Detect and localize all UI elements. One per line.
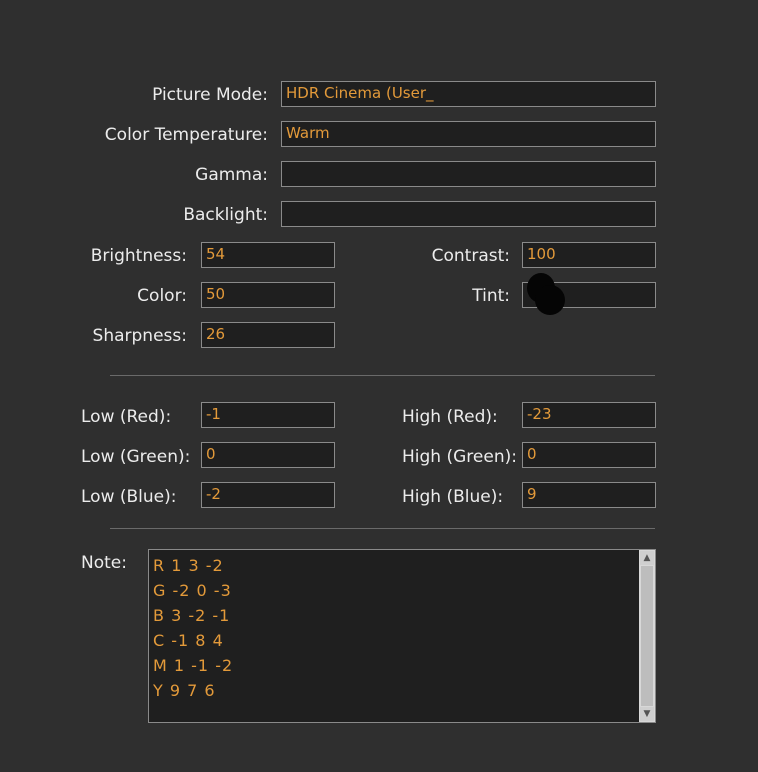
low-red-field[interactable]: -1	[201, 402, 335, 428]
note-line: G -2 0 -3	[153, 581, 232, 600]
note-line: Y 9 7 6	[153, 681, 216, 700]
brightness-label: Brightness:	[90, 246, 187, 266]
triangle-down-icon[interactable]: ▼	[640, 707, 654, 721]
high-red-field[interactable]: -23	[522, 402, 656, 428]
sharpness-label: Sharpness:	[92, 326, 187, 346]
note-line: R 1 3 -2	[153, 556, 224, 575]
low-green-field[interactable]: 0	[201, 442, 335, 468]
gamma-field[interactable]	[281, 161, 656, 187]
note-line: B 3 -2 -1	[153, 606, 231, 625]
color-label: Color:	[137, 286, 187, 306]
note-label: Note:	[81, 553, 127, 573]
low-blue-label: Low (Blue):	[81, 487, 177, 507]
backlight-label: Backlight:	[183, 205, 268, 225]
low-red-label: Low (Red):	[81, 407, 172, 427]
low-green-label: Low (Green):	[81, 447, 191, 467]
backlight-field[interactable]	[281, 201, 656, 227]
note-scrollbar[interactable]: ▲ ▼	[639, 550, 655, 722]
low-blue-field[interactable]: -2	[201, 482, 335, 508]
high-blue-field[interactable]: 9	[522, 482, 656, 508]
note-text: R 1 3 -2 G -2 0 -3 B 3 -2 -1 C -1 8 4 M 1 -1…	[153, 553, 233, 703]
gamma-label: Gamma:	[195, 165, 268, 185]
color-field[interactable]: 50	[201, 282, 335, 308]
note-textarea[interactable]: R 1 3 -2 G -2 0 -3 B 3 -2 -1 C -1 8 4 M 1 -1…	[148, 549, 656, 723]
note-line: M 1 -1 -2	[153, 656, 234, 675]
separator	[110, 375, 655, 376]
color-temperature-field[interactable]: Warm	[281, 121, 656, 147]
scrollbar-thumb[interactable]	[641, 566, 653, 706]
brightness-field[interactable]: 54	[201, 242, 335, 268]
triangle-up-icon[interactable]: ▲	[640, 551, 654, 565]
high-red-label: High (Red):	[402, 407, 498, 427]
contrast-field[interactable]: 100	[522, 242, 656, 268]
high-green-label: High (Green):	[402, 447, 517, 467]
contrast-label: Contrast:	[431, 246, 510, 266]
high-blue-label: High (Blue):	[402, 487, 504, 507]
separator	[110, 528, 655, 529]
color-temperature-label: Color Temperature:	[104, 125, 268, 145]
picture-mode-label: Picture Mode:	[152, 85, 268, 105]
note-line: C -1 8 4	[153, 631, 224, 650]
sharpness-field[interactable]: 26	[201, 322, 335, 348]
picture-mode-field[interactable]: HDR Cinema (User_	[281, 81, 656, 107]
tint-label: Tint:	[472, 286, 510, 306]
mouse-cursor-icon	[527, 273, 565, 315]
high-green-field[interactable]: 0	[522, 442, 656, 468]
